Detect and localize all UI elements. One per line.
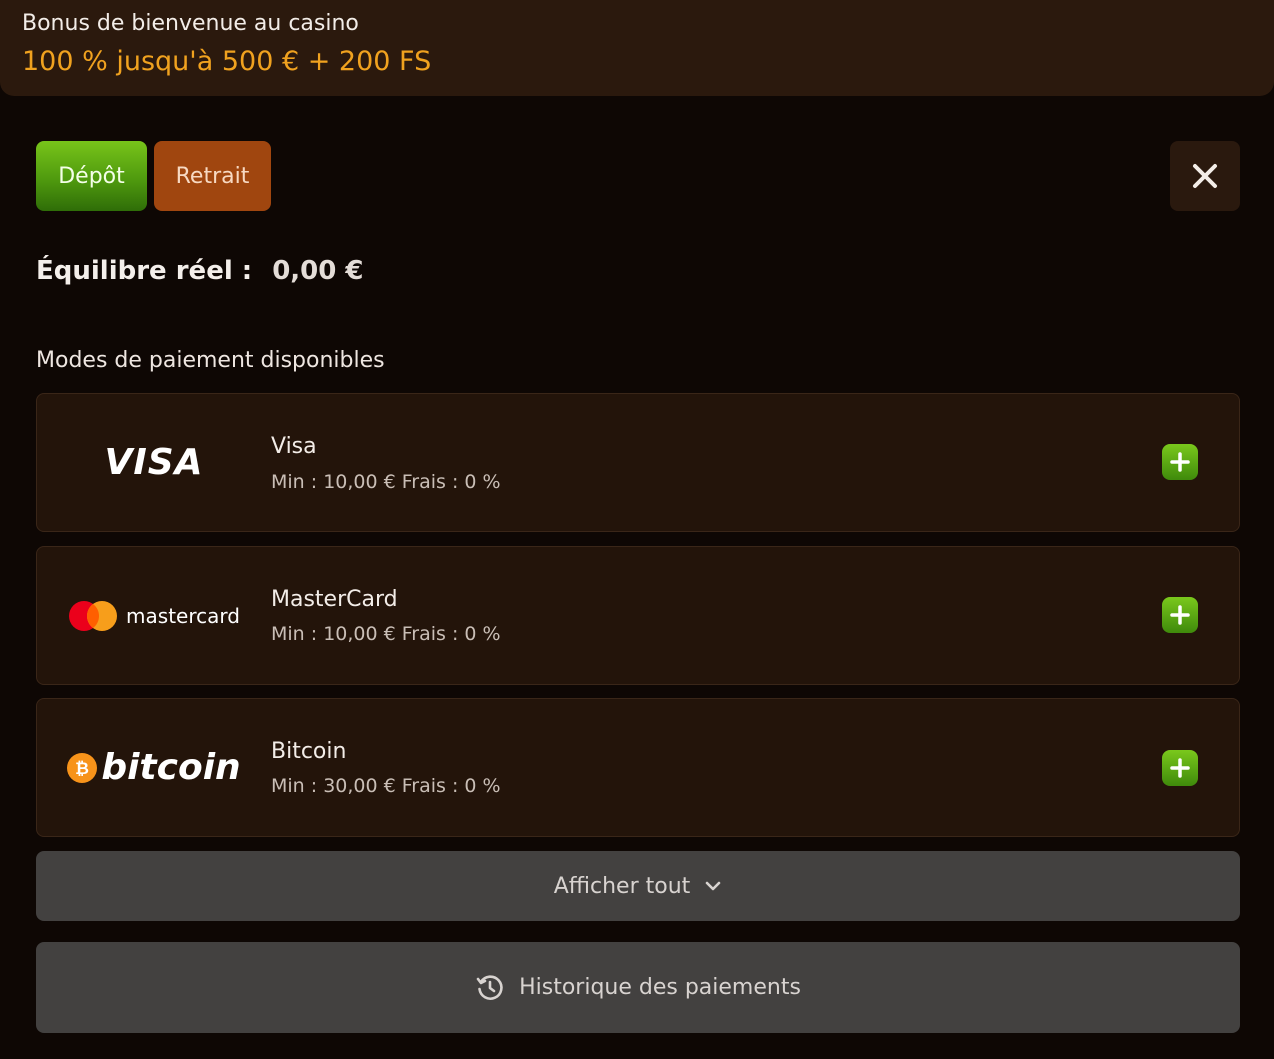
- plus-icon: [1170, 758, 1190, 778]
- chevron-down-icon: [705, 881, 721, 891]
- plus-icon: [1170, 452, 1190, 472]
- payment-method-visa[interactable]: VISA Visa Min : 10,00 € Frais : 0 %: [36, 393, 1240, 532]
- tab-deposit[interactable]: Dépôt: [36, 141, 147, 211]
- bitcoin-logo: ₿ bitcoin: [59, 699, 249, 836]
- payment-page: Bonus de bienvenue au casino 100 % jusqu…: [0, 0, 1274, 1059]
- add-mastercard-button[interactable]: [1162, 597, 1198, 633]
- welcome-bonus-banner[interactable]: Bonus de bienvenue au casino 100 % jusqu…: [0, 0, 1274, 96]
- mastercard-logo-text: mastercard: [126, 603, 240, 628]
- balance-label: Équilibre réel :: [36, 256, 253, 286]
- bonus-offer: 100 % jusqu'à 500 € + 200 FS: [22, 46, 432, 77]
- method-info: Min : 10,00 € Frais : 0 %: [271, 471, 501, 493]
- method-name: Visa: [271, 434, 317, 459]
- plus-icon: [1170, 605, 1190, 625]
- method-info: Min : 30,00 € Frais : 0 %: [271, 775, 501, 797]
- close-button[interactable]: [1170, 141, 1240, 211]
- tab-withdraw[interactable]: Retrait: [154, 141, 271, 211]
- method-name: Bitcoin: [271, 739, 347, 764]
- method-name: MasterCard: [271, 587, 398, 612]
- method-info: Min : 10,00 € Frais : 0 %: [271, 623, 501, 645]
- balance-amount: 0,00 €: [272, 256, 364, 286]
- real-balance: Équilibre réel : 0,00 €: [36, 256, 364, 286]
- payment-methods-title: Modes de paiement disponibles: [36, 348, 385, 373]
- bitcoin-logo-text: bitcoin: [101, 747, 241, 788]
- show-all-label: Afficher tout: [553, 873, 691, 899]
- show-all-button[interactable]: Afficher tout: [36, 851, 1240, 921]
- visa-logo: VISA: [59, 394, 249, 531]
- visa-logo-text: VISA: [104, 442, 204, 483]
- add-bitcoin-button[interactable]: [1162, 750, 1198, 786]
- payment-method-bitcoin[interactable]: ₿ bitcoin Bitcoin Min : 30,00 € Frais : …: [36, 698, 1240, 837]
- mastercard-circles-icon: [69, 600, 118, 631]
- payment-method-mastercard[interactable]: mastercard MasterCard Min : 10,00 € Frai…: [36, 546, 1240, 685]
- close-icon: [1193, 164, 1217, 188]
- bitcoin-coin-icon: ₿: [67, 752, 98, 783]
- payment-history-button[interactable]: Historique des paiements: [36, 942, 1240, 1033]
- bonus-title: Bonus de bienvenue au casino: [22, 11, 359, 36]
- mastercard-logo: mastercard: [59, 547, 249, 684]
- svg-text:₿: ₿: [75, 759, 89, 779]
- add-visa-button[interactable]: [1162, 444, 1198, 480]
- history-label: Historique des paiements: [519, 975, 801, 1000]
- history-icon: [476, 974, 503, 1000]
